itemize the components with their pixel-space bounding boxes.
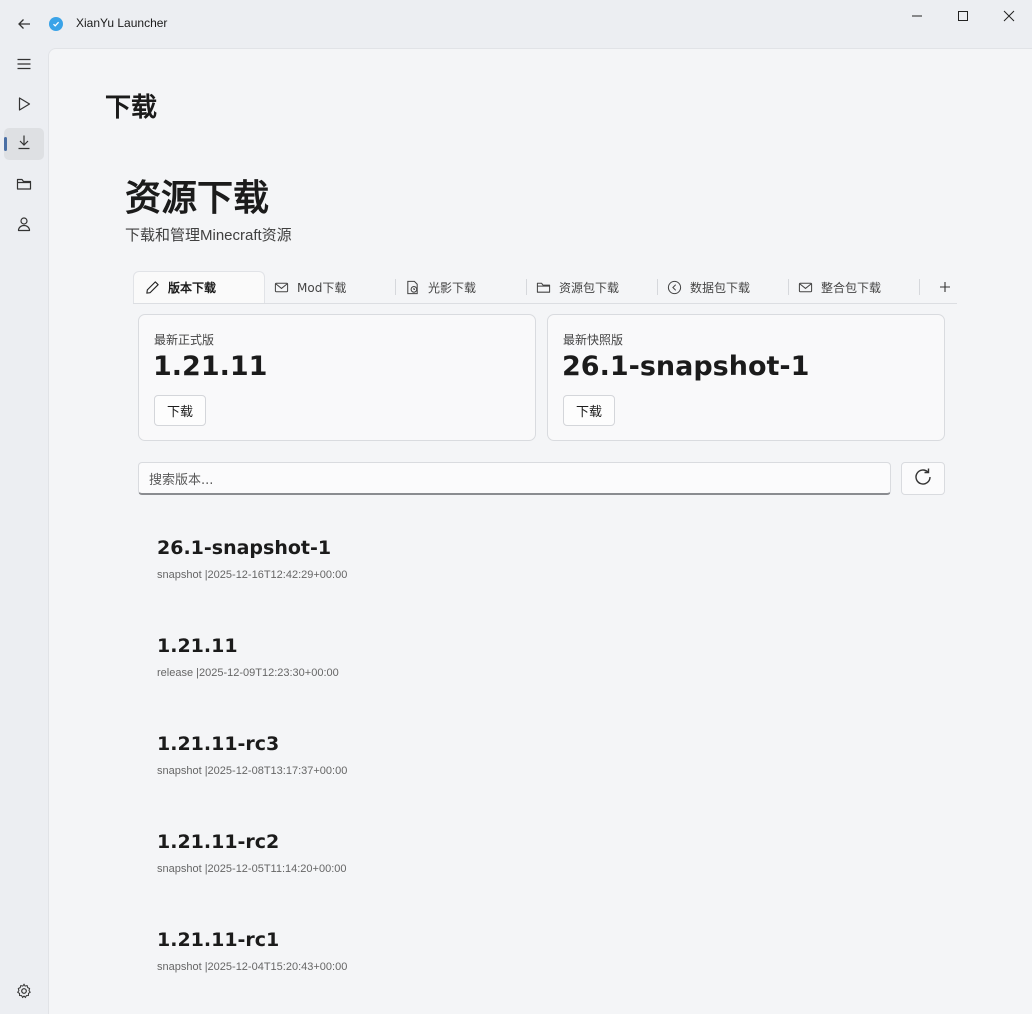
version-name: 1.21.11 (157, 635, 238, 657)
list-item[interactable]: 1.21.11-rc2 snapshot |2025-12-05T11:14:2… (156, 831, 856, 891)
card-version: 1.21.11 (153, 351, 268, 382)
section-subtitle: 下载和管理Minecraft资源 (125, 227, 292, 244)
maximize-icon[interactable] (940, 0, 986, 32)
content-pane: 下载 资源下载 下载和管理Minecraft资源 版本下载 Mod下载 光影下载 (48, 48, 1032, 1014)
tab-label: 光影下载 (428, 280, 477, 295)
tab-modpack-download[interactable]: 整合包下载 (797, 271, 881, 303)
title-bar: XianYu Launcher (0, 0, 1032, 48)
refresh-button[interactable] (901, 462, 945, 495)
version-name: 1.21.11-rc3 (157, 733, 280, 755)
tab-separator (395, 279, 396, 295)
latest-release-card: 最新正式版 1.21.11 下载 (138, 314, 536, 441)
tab-mod-download[interactable]: Mod下载 (273, 271, 346, 303)
tab-label: 数据包下载 (690, 280, 751, 295)
tab-resourcepack-download[interactable]: 资源包下载 (535, 271, 619, 303)
version-meta: snapshot |2025-12-05T11:14:20+00:00 (157, 863, 347, 875)
app-title: XianYu Launcher (76, 16, 168, 30)
version-meta: snapshot |2025-12-08T13:17:37+00:00 (157, 765, 348, 777)
minimize-icon[interactable] (894, 0, 940, 32)
back-circle-icon (666, 279, 682, 295)
tab-bar: 版本下载 Mod下载 光影下载 资源包下载 数据包下载 整合包下载 (133, 271, 957, 304)
version-meta: snapshot |2025-12-04T15:20:43+00:00 (157, 961, 348, 973)
play-icon[interactable] (4, 88, 44, 120)
active-indicator (4, 137, 7, 151)
shader-icon (404, 279, 420, 295)
version-meta: snapshot |2025-12-16T12:42:29+00:00 (157, 569, 348, 581)
list-item[interactable]: 1.21.11-rc1 snapshot |2025-12-04T15:20:4… (156, 929, 856, 989)
tab-shader-download[interactable]: 光影下载 (404, 271, 476, 303)
tab-label: 版本下载 (168, 281, 217, 295)
folder-icon (535, 279, 551, 295)
tab-datapack-download[interactable]: 数据包下载 (666, 271, 750, 303)
tab-version-download[interactable]: 版本下载 (133, 271, 265, 303)
nav-item-download[interactable] (4, 128, 44, 160)
folder-icon[interactable] (4, 168, 44, 200)
close-icon[interactable] (986, 0, 1032, 32)
card-version: 26.1-snapshot-1 (562, 351, 810, 382)
section-title: 资源下载 (125, 178, 270, 219)
nav-rail (0, 48, 48, 1014)
version-name: 1.21.11-rc1 (157, 929, 280, 951)
search-input[interactable]: 搜索版本... (138, 462, 891, 495)
tab-separator (919, 279, 920, 295)
app-logo-icon (49, 17, 63, 31)
tab-separator (788, 279, 789, 295)
card-label: 最新快照版 (563, 333, 624, 347)
tab-label: Mod下载 (297, 280, 347, 295)
menu-icon[interactable] (4, 48, 44, 80)
download-snapshot-button[interactable]: 下载 (563, 395, 615, 426)
version-meta: release |2025-12-09T12:23:30+00:00 (157, 667, 339, 679)
mail-icon (797, 279, 813, 295)
latest-snapshot-card: 最新快照版 26.1-snapshot-1 下载 (547, 314, 945, 441)
download-icon (16, 134, 32, 154)
back-arrow-icon[interactable] (10, 10, 38, 38)
settings-gear-icon[interactable] (14, 981, 34, 1001)
version-name: 1.21.11-rc2 (157, 831, 280, 853)
mail-icon (273, 279, 289, 295)
list-item[interactable]: 1.21.11 release |2025-12-09T12:23:30+00:… (156, 635, 856, 695)
download-release-button[interactable]: 下载 (154, 395, 206, 426)
tab-separator (526, 279, 527, 295)
list-item[interactable]: 1.21.11-rc3 snapshot |2025-12-08T13:17:3… (156, 733, 856, 793)
version-name: 26.1-snapshot-1 (157, 537, 332, 559)
page-title: 下载 (105, 93, 158, 123)
add-tab-icon[interactable] (933, 275, 957, 299)
card-label: 最新正式版 (154, 333, 215, 347)
user-icon[interactable] (4, 208, 44, 240)
refresh-icon (912, 466, 934, 492)
tab-label: 资源包下载 (559, 280, 620, 295)
pencil-icon (144, 280, 160, 296)
tab-separator (657, 279, 658, 295)
tab-label: 整合包下载 (821, 280, 882, 295)
list-item[interactable]: 26.1-snapshot-1 snapshot |2025-12-16T12:… (156, 537, 856, 597)
